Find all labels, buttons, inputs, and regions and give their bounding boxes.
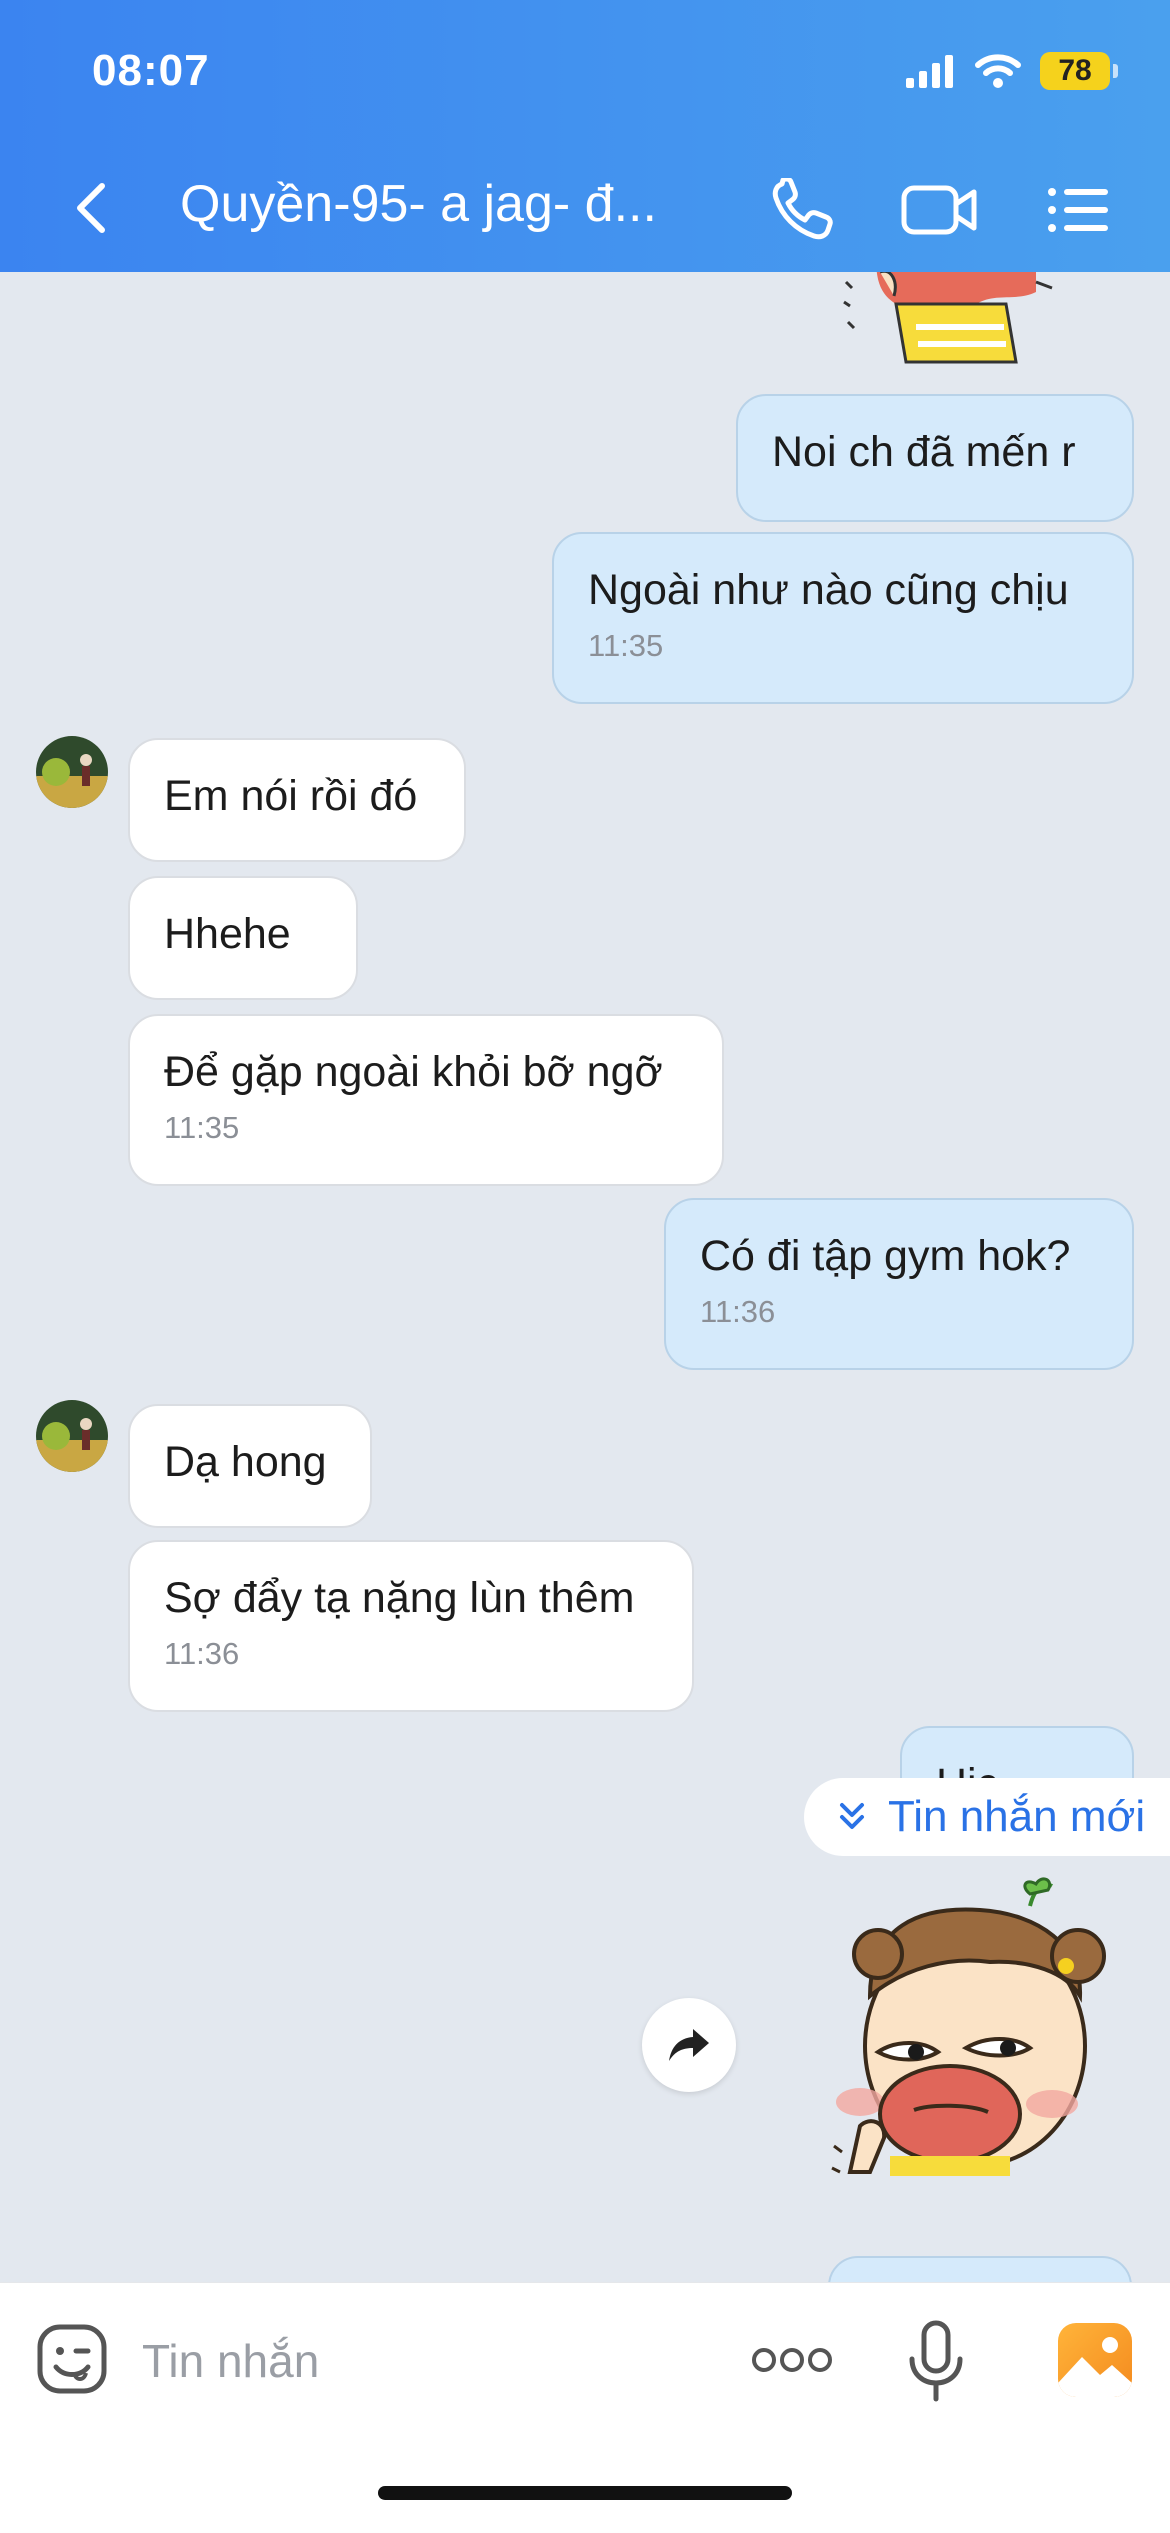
message-bubble-theirs[interactable]: Để gặp ngoài khỏi bỡ ngỡ 11:35 [128, 1014, 724, 1186]
header: 08:07 78 Quyền-95- a jag- đ... [0, 0, 1170, 272]
message-input[interactable] [140, 2327, 704, 2395]
back-chevron-icon[interactable] [64, 178, 124, 238]
cellular-signal-icon [906, 55, 953, 88]
video-camera-icon[interactable] [900, 178, 980, 242]
message-bubble-mine[interactable]: Ngoài như nào cũng chịu 11:35 [552, 532, 1134, 704]
share-button[interactable] [642, 1998, 736, 2092]
message-time: 11:35 [164, 1110, 240, 1145]
phone-icon[interactable] [768, 178, 838, 242]
more-dots-icon[interactable] [750, 2335, 834, 2385]
nav-bar: Quyền-95- a jag- đ... [0, 160, 1170, 260]
status-time: 08:07 [92, 46, 210, 95]
conversation-title[interactable]: Quyền-95- a jag- đ... [180, 174, 700, 234]
message-text: Có đi tập gym hok? [700, 1232, 1071, 1280]
message-text: Ngoài như nào cũng chịu [588, 566, 1069, 614]
home-indicator [378, 2486, 792, 2500]
message-bubble-theirs[interactable]: Dạ hong [128, 1404, 372, 1528]
new-messages-button[interactable]: Tin nhắn mới [804, 1778, 1170, 1856]
sticker-top-cropped[interactable] [836, 272, 1066, 382]
microphone-icon[interactable] [906, 2319, 966, 2403]
avatar[interactable] [36, 736, 108, 808]
message-time: 11:36 [700, 1294, 776, 1329]
chat-area[interactable]: Noi ch đã mến r Ngoài như nào cũng chịu … [0, 272, 1170, 2282]
message-bubble-mine[interactable]: Noi ch đã mến r [736, 394, 1134, 522]
sticker-character[interactable] [830, 1876, 1120, 2176]
photo-gallery-button[interactable] [1058, 2323, 1132, 2397]
message-text: Dạ hong [164, 1438, 327, 1486]
message-text: Noi ch đã mến r [772, 428, 1076, 476]
message-bubble-mine-partial[interactable] [828, 2256, 1132, 2282]
message-time: 11:35 [588, 628, 664, 663]
message-text: Em nói rồi đó [164, 772, 418, 820]
message-bubble-theirs[interactable]: Hhehe [128, 876, 358, 1000]
double-chevron-down-icon [840, 1803, 864, 1829]
emoji-sticker-icon[interactable] [36, 2323, 108, 2395]
avatar[interactable] [36, 1400, 108, 1472]
new-messages-label: Tin nhắn mới [888, 1792, 1146, 1841]
photo-gallery-icon [1058, 2337, 1132, 2397]
message-bubble-theirs[interactable]: Em nói rồi đó [128, 738, 466, 862]
share-arrow-icon [669, 2029, 709, 2061]
status-icons: 78 [906, 52, 1118, 90]
battery-indicator: 78 [1040, 52, 1118, 90]
message-time: 11:36 [164, 1636, 240, 1671]
message-text: Hhehe [164, 910, 291, 958]
message-text: Để gặp ngoài khỏi bỡ ngỡ [164, 1048, 663, 1096]
message-text: Sợ đẩy tạ nặng lùn thêm [164, 1574, 635, 1622]
list-menu-icon[interactable] [1044, 178, 1114, 242]
wifi-icon [975, 54, 1021, 88]
message-bubble-theirs[interactable]: Sợ đẩy tạ nặng lùn thêm 11:36 [128, 1540, 694, 1712]
message-bubble-mine[interactable]: Có đi tập gym hok? 11:36 [664, 1198, 1134, 1370]
